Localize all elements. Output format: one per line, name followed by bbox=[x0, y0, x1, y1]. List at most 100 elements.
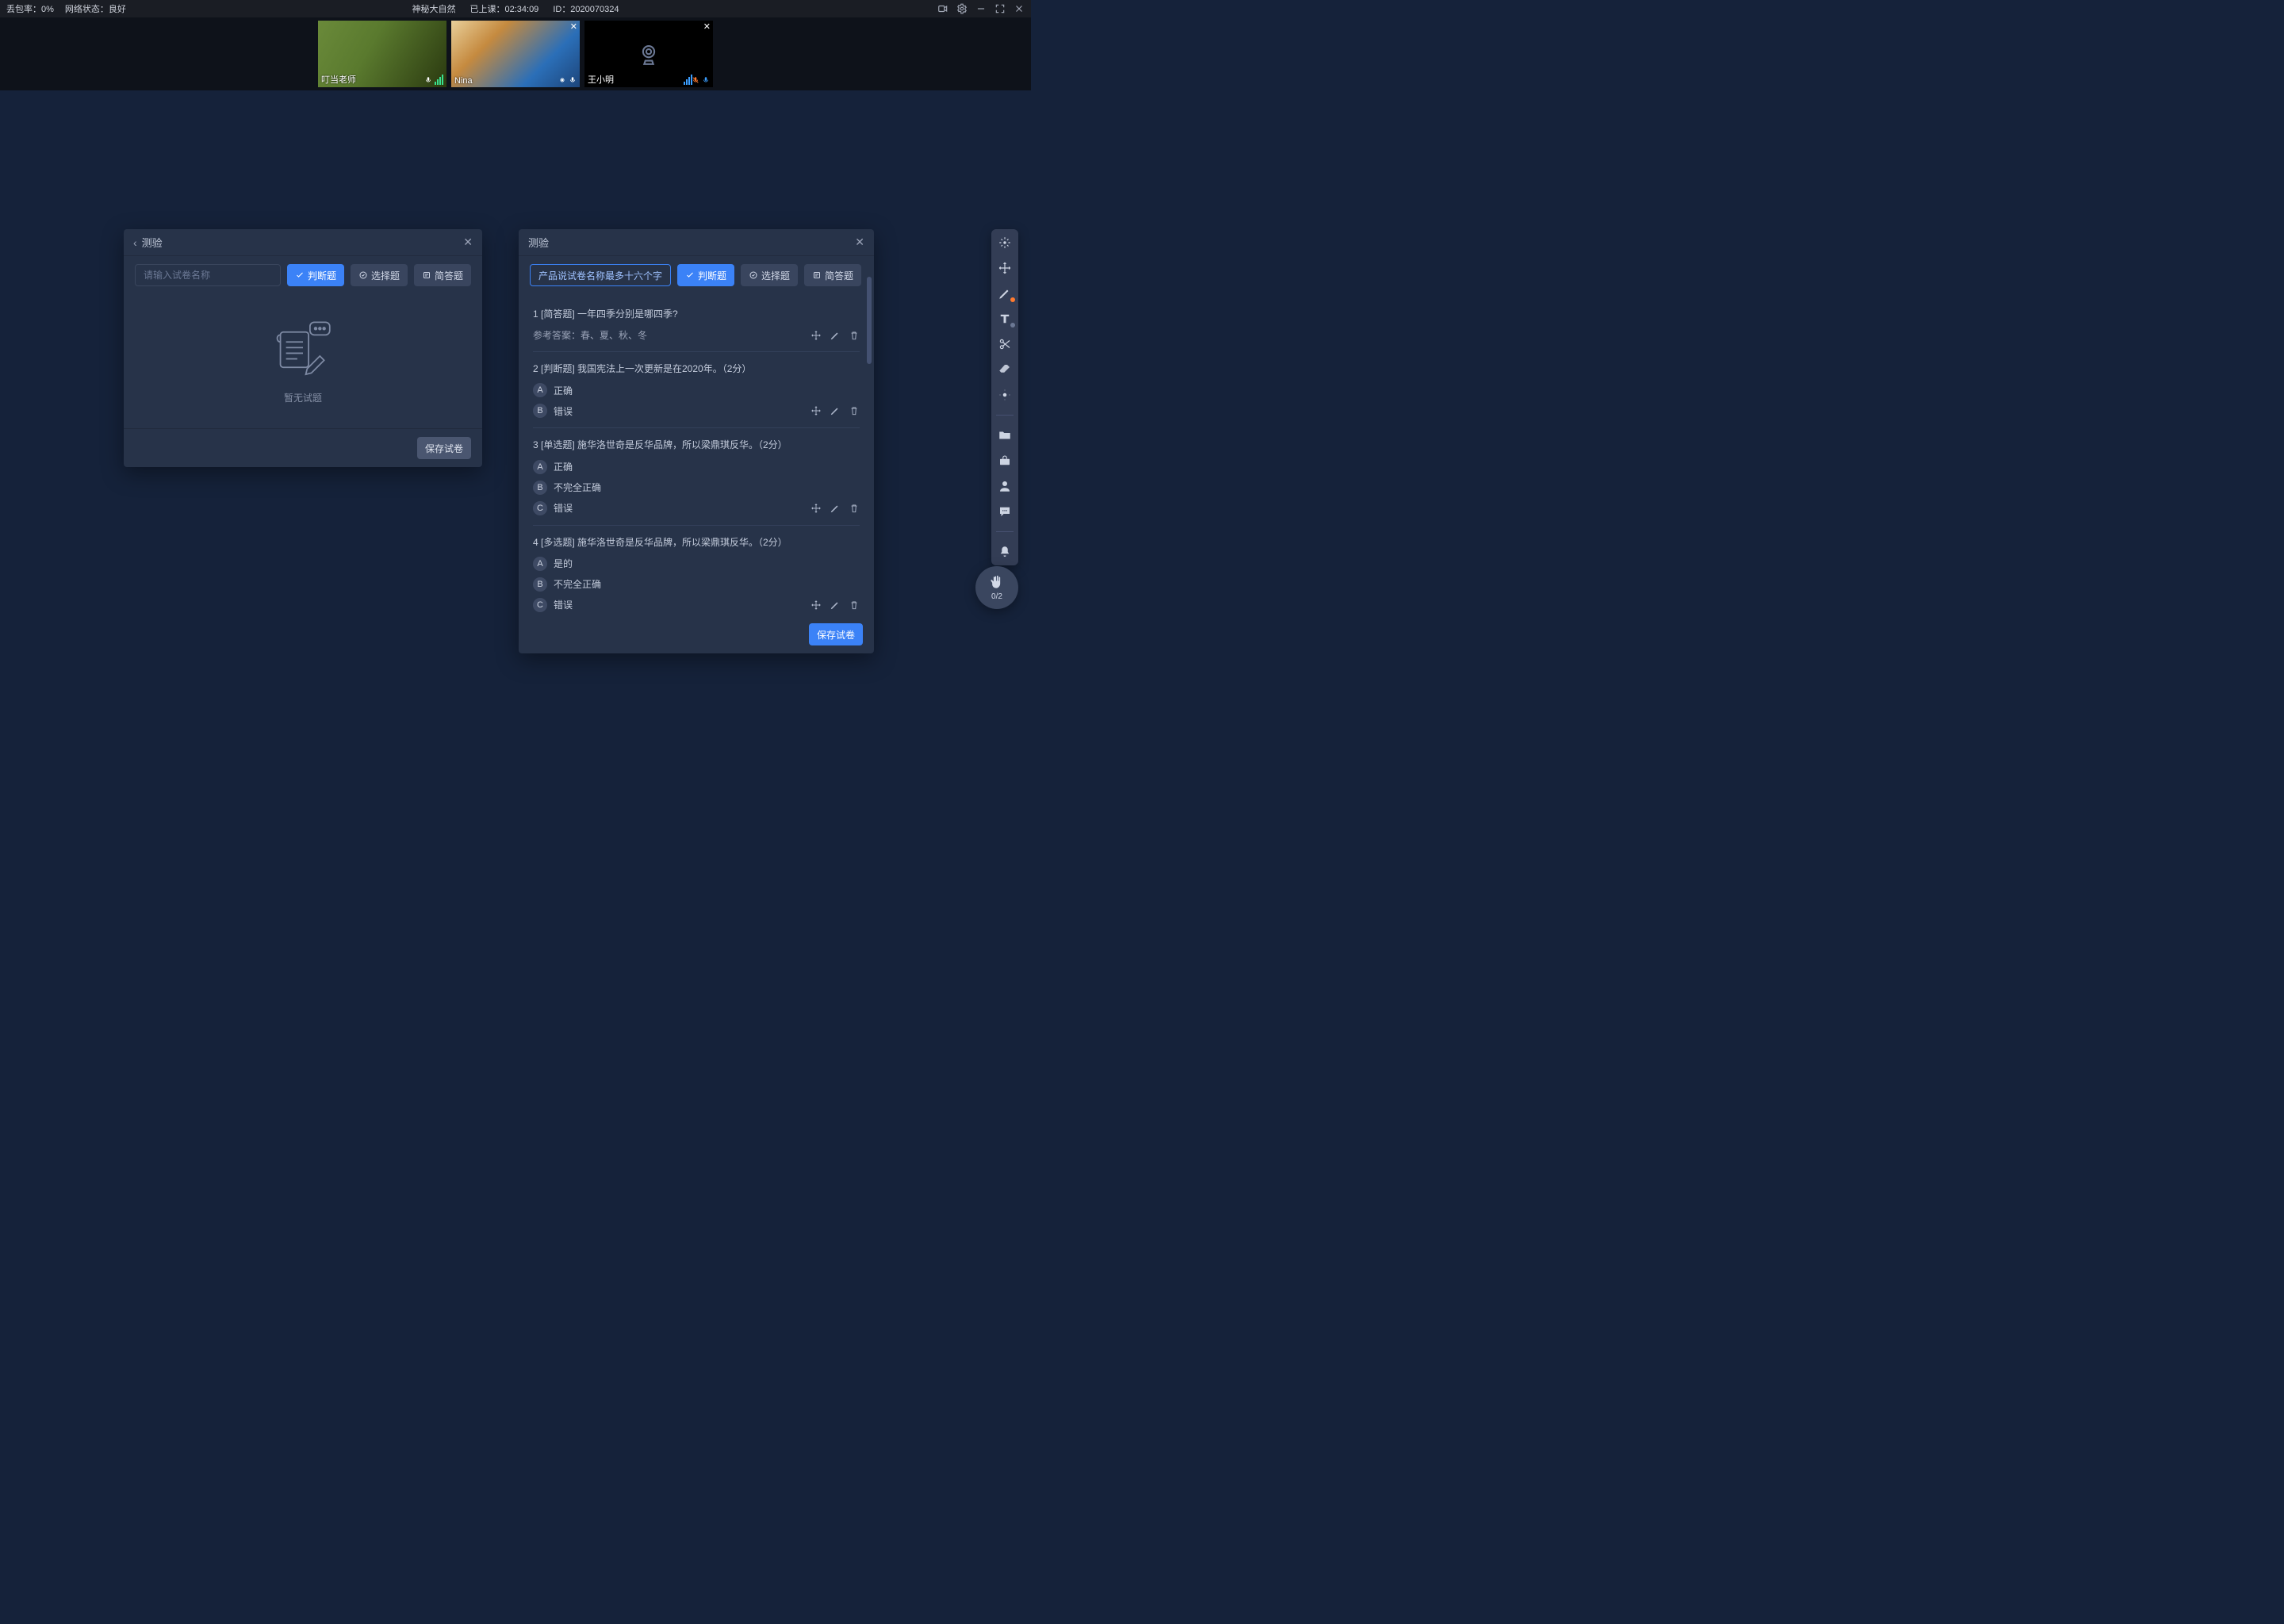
edit-question-icon[interactable] bbox=[830, 599, 841, 611]
option-text: 错误 bbox=[554, 404, 573, 418]
eraser-tool-icon[interactable] bbox=[998, 362, 1012, 377]
participant-name: 王小明 bbox=[588, 73, 614, 86]
add-judge-button[interactable]: 判断题 bbox=[677, 264, 734, 286]
save-quiz-button[interactable]: 保存试卷 bbox=[809, 623, 863, 645]
edit-question-icon[interactable] bbox=[830, 405, 841, 416]
top-status-bar: 丢包率：0% 网络状态：良好 神秘大自然 已上课：02:34:09 ID：202… bbox=[0, 0, 1031, 17]
scissors-tool-icon[interactable] bbox=[998, 337, 1012, 351]
folder-tool-icon[interactable] bbox=[998, 428, 1012, 442]
hand-icon bbox=[989, 575, 1005, 591]
question-block: 4 [多选题] 施华洛世奇是反华品牌，所以梁鼎琪反华。（2分） A 是的 B不完全正确… bbox=[533, 526, 860, 615]
add-choice-button[interactable]: 选择题 bbox=[351, 264, 408, 286]
mic-icon bbox=[569, 75, 577, 85]
option-row: B错误 bbox=[533, 404, 860, 418]
signal-bars-icon bbox=[435, 75, 443, 85]
toolbox-tool-icon[interactable] bbox=[998, 454, 1012, 468]
text-icon bbox=[422, 270, 431, 280]
pen-tool-icon[interactable] bbox=[998, 286, 1012, 301]
option-row: C错误 bbox=[533, 501, 860, 515]
text-tool-icon[interactable] bbox=[998, 312, 1012, 326]
move-question-icon[interactable] bbox=[811, 503, 822, 514]
video-strip: 叮当老师 ✕ Nina ✕ 王小明 bbox=[0, 17, 1031, 90]
question-title: 2 [判断题] 我国宪法上一次更新是在2020年。（2分） bbox=[533, 362, 860, 377]
network-status-label: 网络状态：良好 bbox=[65, 2, 126, 15]
add-short-answer-button[interactable]: 简答题 bbox=[414, 264, 471, 286]
question-title: 3 [单选题] 施华洛世奇是反华品牌，所以梁鼎琪反华。（2分） bbox=[533, 438, 860, 453]
empty-text: 暂无试题 bbox=[284, 391, 322, 404]
video-tile-teacher[interactable]: 叮当老师 bbox=[318, 21, 446, 87]
signal-bars-icon bbox=[684, 75, 692, 85]
add-short-answer-button[interactable]: 简答题 bbox=[804, 264, 861, 286]
scrollbar[interactable] bbox=[867, 277, 872, 614]
option-badge: A bbox=[533, 557, 547, 571]
text-icon bbox=[812, 270, 822, 280]
packet-loss-label: 丢包率：0% bbox=[6, 2, 54, 15]
hand-count: 0/2 bbox=[991, 592, 1002, 601]
highlight-tool-icon[interactable] bbox=[998, 388, 1012, 402]
side-toolbar bbox=[991, 229, 1018, 565]
move-question-icon[interactable] bbox=[811, 330, 822, 341]
question-block: 3 [单选题] 施华洛世奇是反华品牌，所以梁鼎琪反华。（2分） A正确 B不完全正确… bbox=[533, 428, 860, 525]
question-list[interactable]: 1 [简答题] 一年四季分别是哪四季? 参考答案：春、夏、秋、冬 2 [判断题] 我… bbox=[519, 294, 874, 615]
add-choice-button[interactable]: 选择题 bbox=[741, 264, 798, 286]
move-tool-icon[interactable] bbox=[998, 261, 1012, 275]
close-panel-icon[interactable]: ✕ bbox=[855, 236, 864, 249]
mic-muted-icon bbox=[692, 75, 699, 85]
add-judge-button[interactable]: 判断题 bbox=[287, 264, 344, 286]
question-title: 1 [简答题] 一年四季分别是哪四季? bbox=[533, 307, 860, 322]
option-text: 不完全正确 bbox=[554, 481, 601, 494]
empty-state: 暂无试题 bbox=[124, 294, 482, 428]
elapsed-time: 已上课：02:34:09 bbox=[469, 2, 538, 15]
participant-name: Nina bbox=[454, 76, 473, 86]
judge-icon bbox=[685, 270, 695, 280]
bell-tool-icon[interactable] bbox=[998, 545, 1012, 559]
maximize-icon[interactable] bbox=[994, 3, 1006, 14]
option-row: B不完全正确 bbox=[533, 577, 860, 592]
close-panel-icon[interactable]: ✕ bbox=[463, 236, 473, 249]
choice-icon bbox=[358, 270, 368, 280]
edit-question-icon[interactable] bbox=[830, 503, 841, 514]
question-title: 4 [多选题] 施华洛世奇是反华品牌，所以梁鼎琪反华。（2分） bbox=[533, 535, 860, 550]
delete-question-icon[interactable] bbox=[849, 503, 860, 514]
answer-row: 参考答案：春、夏、秋、冬 bbox=[533, 328, 860, 342]
edit-question-icon[interactable] bbox=[830, 330, 841, 341]
user-tool-icon[interactable] bbox=[998, 479, 1012, 493]
option-row: B不完全正确 bbox=[533, 481, 860, 495]
option-row: A正确 bbox=[533, 383, 860, 397]
minimize-icon[interactable] bbox=[975, 3, 987, 14]
delete-question-icon[interactable] bbox=[849, 599, 860, 611]
question-block: 2 [判断题] 我国宪法上一次更新是在2020年。（2分） A正确 B错误 bbox=[533, 352, 860, 428]
mic-icon bbox=[558, 75, 566, 85]
video-icon[interactable] bbox=[937, 3, 948, 14]
option-text: 是的 bbox=[554, 557, 573, 570]
settings-icon[interactable] bbox=[956, 3, 968, 14]
move-question-icon[interactable] bbox=[811, 405, 822, 416]
camera-off-icon bbox=[635, 40, 662, 67]
choice-icon bbox=[749, 270, 758, 280]
move-question-icon[interactable] bbox=[811, 599, 822, 611]
tile-close-icon[interactable]: ✕ bbox=[703, 21, 711, 32]
quiz-panel-empty: ‹ 测验 ✕ 判断题 选择题 简答题 bbox=[124, 229, 482, 467]
video-tile-student[interactable]: ✕ Nina bbox=[451, 21, 580, 87]
session-id: ID：2020070324 bbox=[553, 2, 619, 15]
option-badge: A bbox=[533, 460, 547, 474]
option-badge: B bbox=[533, 577, 547, 592]
option-row: A 是的 bbox=[533, 557, 860, 571]
pointer-tool-icon[interactable] bbox=[998, 236, 1012, 250]
judge-icon bbox=[295, 270, 305, 280]
tile-close-icon[interactable]: ✕ bbox=[570, 21, 577, 32]
delete-question-icon[interactable] bbox=[849, 405, 860, 416]
quiz-name-display[interactable]: 产品说试卷名称最多十六个字 bbox=[530, 264, 671, 286]
back-icon[interactable]: ‹ bbox=[133, 236, 137, 249]
participant-name: 叮当老师 bbox=[321, 73, 356, 86]
option-text: 正确 bbox=[554, 384, 573, 397]
option-row: A正确 bbox=[533, 460, 860, 474]
option-text: 错误 bbox=[554, 501, 573, 515]
save-quiz-button[interactable]: 保存试卷 bbox=[417, 437, 471, 459]
chat-tool-icon[interactable] bbox=[998, 504, 1012, 519]
delete-question-icon[interactable] bbox=[849, 330, 860, 341]
video-tile-camera-off[interactable]: ✕ 王小明 bbox=[584, 21, 713, 87]
quiz-name-input[interactable] bbox=[135, 264, 281, 286]
raise-hand-badge[interactable]: 0/2 bbox=[975, 566, 1018, 609]
close-window-icon[interactable] bbox=[1014, 3, 1025, 14]
